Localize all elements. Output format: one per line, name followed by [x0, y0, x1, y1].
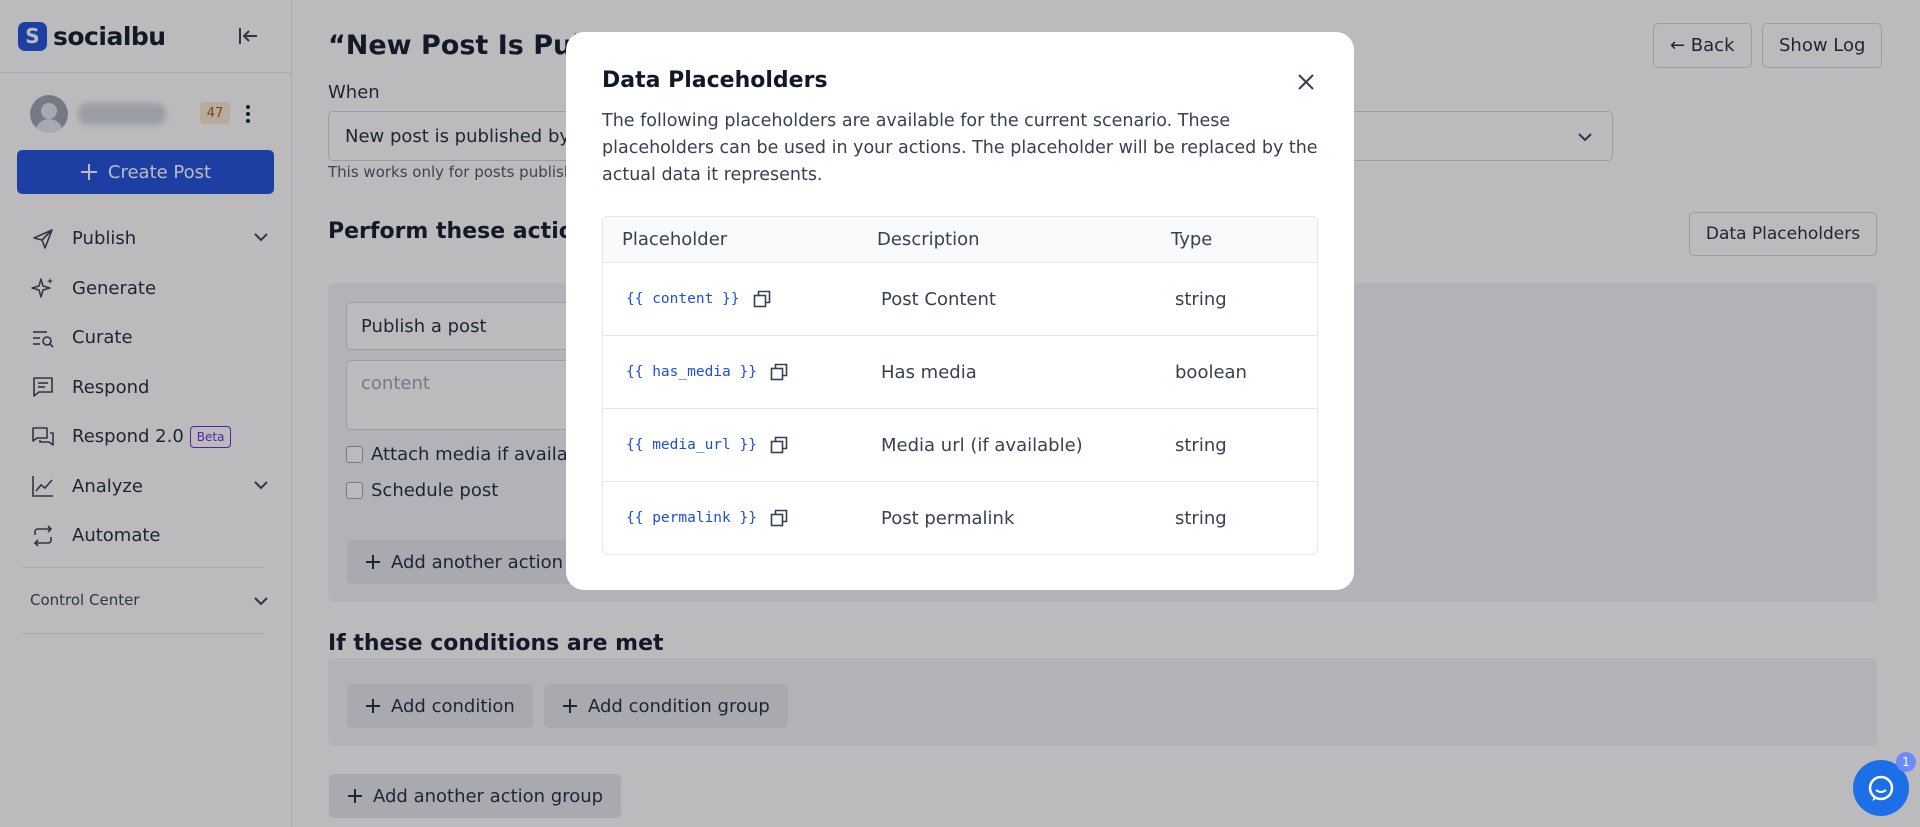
copy-icon[interactable]	[769, 435, 789, 455]
table-row: {{ has_media }} Has media boolean	[603, 335, 1317, 408]
placeholder-code[interactable]: {{ content }}	[626, 291, 740, 307]
data-placeholders-modal: Data Placeholders The following placehol…	[566, 32, 1354, 590]
placeholder-type: boolean	[1175, 361, 1247, 383]
modal-title: Data Placeholders	[602, 68, 828, 93]
copy-icon[interactable]	[752, 289, 772, 309]
table-row: {{ media_url }} Media url (if available)…	[603, 408, 1317, 481]
column-header-description: Description	[877, 229, 980, 250]
placeholder-description: Media url (if available)	[881, 434, 1083, 456]
placeholder-description: Post permalink	[881, 507, 1015, 529]
close-icon[interactable]	[1292, 68, 1320, 96]
modal-description: The following placeholders are available…	[602, 111, 1318, 185]
chat-unread-badge: 1	[1896, 752, 1916, 772]
table-row: {{ permalink }} Post permalink string	[603, 481, 1317, 554]
placeholder-type: string	[1175, 288, 1227, 310]
placeholder-code[interactable]: {{ has_media }}	[626, 364, 757, 380]
table-row: {{ content }} Post Content string	[603, 262, 1317, 335]
placeholder-type: string	[1175, 507, 1227, 529]
copy-icon[interactable]	[769, 362, 789, 382]
placeholder-code[interactable]: {{ media_url }}	[626, 437, 757, 453]
table-header: Placeholder Description Type	[603, 217, 1317, 262]
placeholders-table: Placeholder Description Type {{ content …	[602, 216, 1318, 555]
placeholder-description: Post Content	[881, 288, 996, 310]
placeholder-description: Has media	[881, 361, 977, 383]
copy-icon[interactable]	[769, 508, 789, 528]
chat-icon	[1868, 775, 1894, 801]
column-header-type: Type	[1171, 229, 1213, 250]
placeholder-code[interactable]: {{ permalink }}	[626, 510, 757, 526]
column-header-placeholder: Placeholder	[622, 229, 728, 250]
placeholder-type: string	[1175, 434, 1227, 456]
